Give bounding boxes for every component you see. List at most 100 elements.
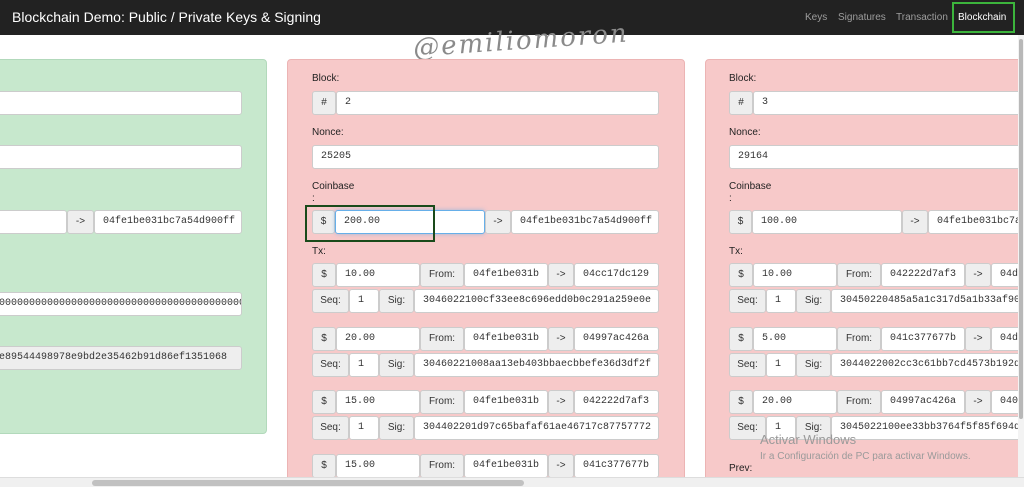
tx-arrow-addon: -> <box>548 390 574 414</box>
block2-nonce-field[interactable]: 25205 <box>312 145 659 169</box>
block3-nonce-label: Nonce: <box>729 127 761 138</box>
block3-number-field[interactable]: 3 <box>753 91 1024 115</box>
block3-nonce-field[interactable]: 29164 <box>729 145 1024 169</box>
block3-coinbase-amount-field[interactable]: 100.00 <box>752 210 902 234</box>
annotation-highlight-box <box>305 205 435 242</box>
tx-from-field[interactable]: 04fe1be031b <box>464 263 548 287</box>
block2-coinbase-colon: : <box>312 193 315 204</box>
block2-coinbase-arrow-addon: -> <box>485 210 511 234</box>
tx-sig-field[interactable]: 3045022100ee33bb3764f5f85f694d <box>831 416 1024 440</box>
block1-coinbase-amount-field[interactable] <box>0 210 67 234</box>
block3-block-label: Block: <box>729 73 757 84</box>
tx-from-field[interactable]: 04fe1be031b <box>464 390 548 414</box>
tx-amount-field[interactable]: 10.00 <box>336 263 420 287</box>
block2-coinbase-to-field[interactable]: 04fe1be031bc7a54d900ff <box>511 210 659 234</box>
nav-link-signatures[interactable]: Signatures <box>838 12 886 23</box>
block3-coinbase-to-field[interactable]: 04fe1be031bc7a <box>928 210 1024 234</box>
block3-coinbase-arrow-addon: -> <box>902 210 928 234</box>
tx-seq-addon: Seq: <box>312 289 349 313</box>
tx-to-field[interactable]: 042222d7af3 <box>574 390 659 414</box>
block1-hash-field: e89544498978e9bd2e35462b91d86ef1351068 <box>0 346 242 370</box>
tx-dollar-addon: $ <box>729 263 753 287</box>
tx-seq-field[interactable]: 1 <box>349 289 379 313</box>
tx-dollar-addon: $ <box>312 263 336 287</box>
block3-coinbase-colon: : <box>729 193 732 204</box>
tx-amount-field[interactable]: 20.00 <box>336 327 420 351</box>
tx-sig-field[interactable]: 3046022100cf33ee8c696edd0b0c291a259e0e <box>414 289 659 313</box>
tx-seq-field[interactable]: 1 <box>349 416 379 440</box>
block3-prev-label: Prev: <box>729 463 753 474</box>
tx-sig-addon: Sig: <box>379 289 414 313</box>
tx-from-addon: From: <box>420 327 464 351</box>
block2-hash-addon: # <box>312 91 336 115</box>
app-title[interactable]: Blockchain Demo: Public / Private Keys &… <box>12 9 321 25</box>
tx-dollar-addon: $ <box>729 327 753 351</box>
tx-seq-addon: Seq: <box>729 289 766 313</box>
tx-from-field[interactable]: 04fe1be031b <box>464 327 548 351</box>
tx-from-addon: From: <box>837 390 881 414</box>
tx-from-field[interactable]: 041c377677b <box>881 327 965 351</box>
tx-sig-field[interactable]: 3044022002cc3c61bb7cd4573b192d <box>831 353 1024 377</box>
tx-dollar-addon: $ <box>729 390 753 414</box>
tx-from-field[interactable]: 042222d7af3 <box>881 263 965 287</box>
tx-from-addon: From: <box>837 263 881 287</box>
tx-sig-field[interactable]: 30450220485a5a1c317d5a1b33af90 <box>831 289 1024 313</box>
tx-amount-field[interactable]: 20.00 <box>753 390 837 414</box>
tx-to-field[interactable]: 04997ac426a <box>574 327 659 351</box>
block3-hash-addon: # <box>729 91 753 115</box>
tx-dollar-addon: $ <box>312 327 336 351</box>
tx-arrow-addon: -> <box>965 390 991 414</box>
block2-tx-label: Tx: <box>312 246 326 257</box>
tx-from-addon: From: <box>420 263 464 287</box>
tx-seq-field[interactable]: 1 <box>766 289 796 313</box>
tx-amount-field[interactable]: 5.00 <box>753 327 837 351</box>
block-panel-1 <box>0 59 267 434</box>
tx-arrow-addon: -> <box>548 454 574 478</box>
block2-number-field[interactable]: 2 <box>336 91 659 115</box>
tx-from-addon: From: <box>420 390 464 414</box>
tx-arrow-addon: -> <box>548 263 574 287</box>
tx-sig-field[interactable]: 30460221008aa13eb403bbaecbbefe36d3df2f <box>414 353 659 377</box>
tx-sig-addon: Sig: <box>796 289 831 313</box>
tx-to-field[interactable]: 04cc17dc129 <box>574 263 659 287</box>
windows-activation-title: Activar Windows <box>760 432 857 447</box>
vertical-scrollbar-thumb[interactable] <box>1019 39 1023 419</box>
tx-from-field[interactable]: 04fe1be031b <box>464 454 548 478</box>
block1-prev-field[interactable]: 0000000000000000000000000000000000000000… <box>0 292 242 316</box>
tx-dollar-addon: $ <box>312 390 336 414</box>
tx-sig-field[interactable]: 304402201d97c65bafaf61ae46717c87757772 <box>414 416 659 440</box>
tx-sig-addon: Sig: <box>379 353 414 377</box>
block2-coinbase-label: Coinbase <box>312 181 355 192</box>
vertical-scrollbar[interactable] <box>1018 35 1024 477</box>
tx-arrow-addon: -> <box>548 327 574 351</box>
tx-sig-addon: Sig: <box>796 353 831 377</box>
tx-arrow-addon: -> <box>965 327 991 351</box>
tx-seq-addon: Seq: <box>312 353 349 377</box>
tx-amount-field[interactable]: 15.00 <box>336 454 420 478</box>
tx-seq-field[interactable]: 1 <box>766 353 796 377</box>
tx-seq-field[interactable]: 1 <box>349 353 379 377</box>
block1-nonce-field[interactable] <box>0 145 242 169</box>
block1-coinbase-to-field[interactable]: 04fe1be031bc7a54d900ff <box>94 210 242 234</box>
horizontal-scrollbar-thumb[interactable] <box>92 480 524 486</box>
tx-seq-addon: Seq: <box>729 353 766 377</box>
block1-arrow-addon: -> <box>67 210 94 234</box>
tx-from-addon: From: <box>837 327 881 351</box>
block3-coinbase-label: Coinbase <box>729 181 772 192</box>
block3-coinbase-dollar-addon: $ <box>729 210 752 234</box>
tx-amount-field[interactable]: 10.00 <box>753 263 837 287</box>
block1-number-field[interactable] <box>0 91 242 115</box>
tx-dollar-addon: $ <box>312 454 336 478</box>
block3-tx-label: Tx: <box>729 246 743 257</box>
block2-block-label: Block: <box>312 73 340 84</box>
horizontal-scrollbar[interactable] <box>0 477 1024 487</box>
tx-to-field[interactable]: 041c377677b <box>574 454 659 478</box>
tx-sig-addon: Sig: <box>379 416 414 440</box>
nav-highlight-box <box>952 2 1015 33</box>
tx-arrow-addon: -> <box>965 263 991 287</box>
nav-link-keys[interactable]: Keys <box>805 12 827 23</box>
tx-from-field[interactable]: 04997ac426a <box>881 390 965 414</box>
nav-link-transaction[interactable]: Transaction <box>896 12 948 23</box>
tx-amount-field[interactable]: 15.00 <box>336 390 420 414</box>
block2-nonce-label: Nonce: <box>312 127 344 138</box>
